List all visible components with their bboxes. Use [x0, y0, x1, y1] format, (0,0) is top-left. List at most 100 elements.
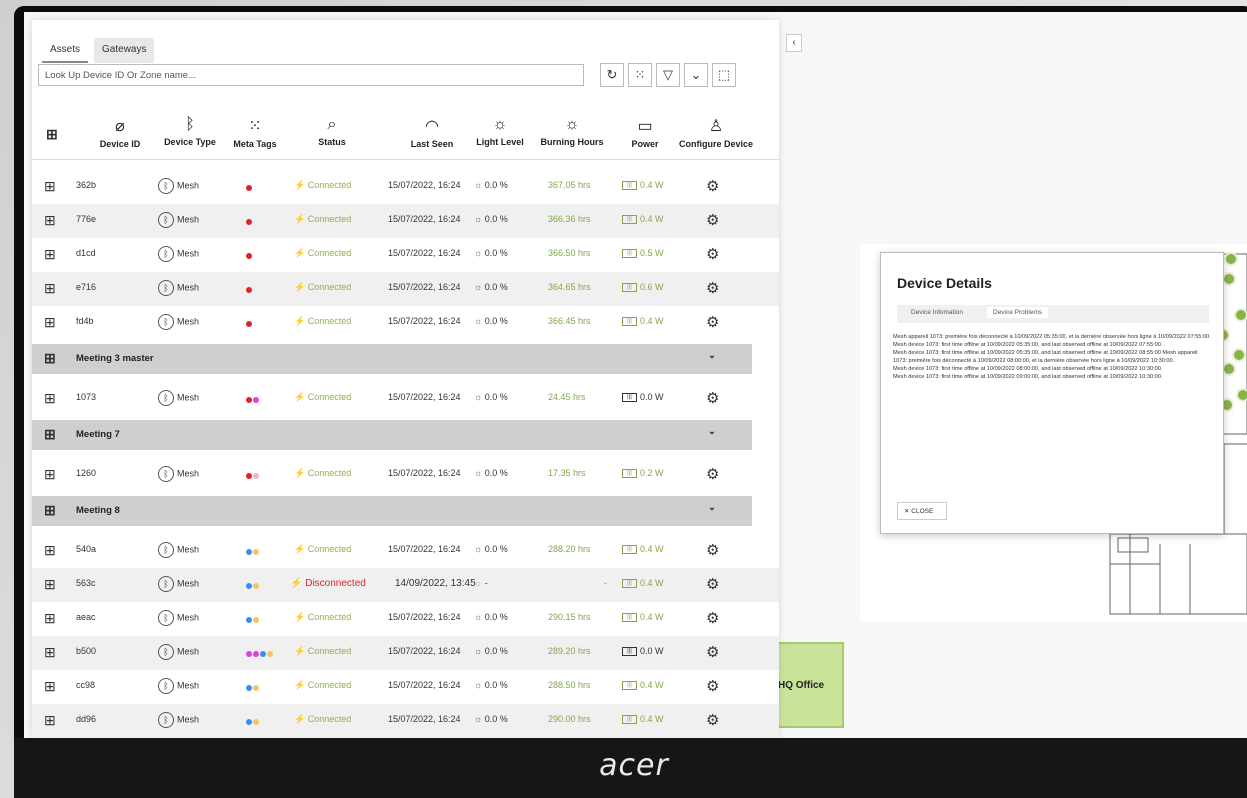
status-label: Connected	[307, 468, 352, 478]
zone-header[interactable]: ⊞ Meeting 3 master ⌄	[32, 344, 752, 374]
power: ||| 0.0 W	[622, 646, 664, 657]
table-row[interactable]: ⊞ aeac ᛒ Mesh ⚡ Connected 15/07/2022, 16:24 ☼ …	[32, 602, 779, 636]
row-select-icon[interactable]: ⊞	[44, 576, 56, 593]
meta-tag-dot	[253, 616, 259, 623]
user-config-icon: ♙	[708, 118, 724, 135]
gear-icon[interactable]: ⚙	[706, 279, 719, 297]
row-select-icon[interactable]: ⊞	[44, 542, 56, 559]
gear-icon[interactable]: ⚙	[706, 389, 719, 407]
status-badge: ⚡ Connected	[294, 646, 351, 657]
status-label: Connected	[307, 316, 352, 326]
gear-icon[interactable]: ⚙	[706, 313, 719, 331]
table-row[interactable]: ⊞ 1073 ᛒ Mesh ⚡ Connected 15/07/2022, 16:24 ☼ …	[32, 382, 779, 416]
gear-icon[interactable]: ⚙	[706, 541, 719, 559]
row-select-icon[interactable]: ⊞	[44, 246, 56, 263]
meta-tag-dot	[246, 472, 252, 479]
table-row[interactable]: ⊞ e716 ᛒ Mesh ⚡ Connected 15/07/2022, 16:24 ☼ …	[32, 272, 779, 306]
status-badge: ⚡ Connected	[294, 392, 351, 403]
row-select-icon[interactable]: ⊞	[44, 644, 56, 661]
gear-icon[interactable]: ⚙	[706, 609, 719, 627]
map-node[interactable]	[1222, 362, 1236, 376]
row-select-icon[interactable]: ⊞	[44, 466, 56, 483]
map-node[interactable]	[1236, 388, 1247, 402]
meta-tag-dot	[253, 582, 259, 589]
light-icon: ☼	[474, 578, 485, 588]
light-level: ☼ 0.0 %	[474, 468, 508, 478]
chevron-down-icon[interactable]: ⌄	[708, 350, 716, 361]
zone-header[interactable]: ⊞ Meeting 8 ⌄	[32, 496, 752, 526]
table-row[interactable]: ⊞ 776e ᛒ Mesh ⚡ Connected 15/07/2022, 16:24 ☼ …	[32, 204, 779, 238]
zone-select-icon[interactable]: ⊞	[44, 350, 56, 367]
table-row[interactable]: ⊞ cc98 ᛒ Mesh ⚡ Connected 15/07/2022, 16:24 ☼ …	[32, 670, 779, 704]
map-node[interactable]	[1222, 272, 1236, 286]
power-value: 0.0 W	[640, 392, 664, 402]
filter-icon[interactable]: ▽	[656, 63, 680, 87]
device-type-label: Mesh	[177, 612, 200, 623]
map-node[interactable]	[1234, 308, 1247, 322]
gear-icon[interactable]: ⚙	[706, 643, 719, 661]
device-type-label: Mesh	[177, 214, 200, 225]
refresh-icon[interactable]: ↻	[600, 63, 624, 87]
tab-assets[interactable]: Assets	[42, 38, 89, 63]
meta-tags	[246, 580, 260, 590]
row-select-icon[interactable]: ⊞	[44, 280, 56, 297]
row-select-icon[interactable]: ⊞	[44, 712, 56, 729]
gear-icon[interactable]: ⚙	[706, 575, 719, 593]
device-id: fd4b	[76, 316, 94, 326]
zone-select-icon[interactable]: ⊞	[44, 502, 56, 519]
problem-line: Mesh device 1073: first time offline at …	[893, 366, 1163, 372]
row-select-icon[interactable]: ⊞	[44, 390, 56, 407]
brand-logo: acer	[599, 748, 669, 783]
table-row[interactable]: ⊞ 362b ᛒ Mesh ⚡ Connected 15/07/2022, 16:24 ☼ …	[32, 170, 779, 204]
zone-select-icon[interactable]: ⊞	[44, 426, 56, 443]
plug-icon: ⚡	[294, 214, 308, 224]
col-device-type: ᛒ Device Type	[160, 116, 220, 147]
select-all-icon[interactable]: ⊞	[46, 126, 58, 143]
map-node[interactable]	[1232, 348, 1246, 362]
gear-icon[interactable]: ⚙	[706, 177, 719, 195]
row-select-icon[interactable]: ⊞	[44, 678, 56, 695]
device-type-label: Mesh	[177, 316, 200, 327]
gear-icon[interactable]: ⚙	[706, 677, 719, 695]
device-type: ᛒ Mesh	[158, 576, 199, 592]
device-table-body[interactable]: ⊞ 362b ᛒ Mesh ⚡ Connected 15/07/2022, 16:24 ☼ …	[32, 170, 779, 738]
row-select-icon[interactable]: ⊞	[44, 178, 56, 195]
table-row[interactable]: ⊞ dd96 ᛒ Mesh ⚡ Connected 15/07/2022, 16:24 ☼ …	[32, 704, 779, 738]
table-row[interactable]: ⊞ fd4b ᛒ Mesh ⚡ Connected 15/07/2022, 16:24 ☼ …	[32, 306, 779, 340]
gear-icon[interactable]: ⚙	[706, 211, 719, 229]
chevron-down-icon[interactable]: ⌄	[684, 63, 708, 87]
gear-icon[interactable]: ⚙	[706, 245, 719, 263]
tab-device-problems[interactable]: Device Problems	[987, 307, 1049, 318]
light-icon: ☼	[474, 392, 485, 402]
row-select-icon[interactable]: ⊞	[44, 314, 56, 331]
plug-icon: ⚡	[294, 680, 308, 690]
meta-tag-dot	[267, 650, 273, 657]
table-row[interactable]: ⊞ d1cd ᛒ Mesh ⚡ Connected 15/07/2022, 16:24 ☼ …	[32, 238, 779, 272]
select-area-icon[interactable]: ⬚	[712, 63, 736, 87]
gear-icon[interactable]: ⚙	[706, 711, 719, 729]
table-row[interactable]: ⊞ b500 ᛒ Mesh ⚡ Connected 15/07/2022, 16:24 ☼ …	[32, 636, 779, 670]
power-value: 0.4 W	[640, 680, 664, 690]
table-row[interactable]: ⊞ 540a ᛒ Mesh ⚡ Connected 15/07/2022, 16:24 ☼ …	[32, 534, 779, 568]
gear-icon[interactable]: ⚙	[706, 465, 719, 483]
collapse-panel-button[interactable]: ‹	[786, 34, 802, 52]
power-value: 0.4 W	[640, 714, 664, 724]
device-id: aeac	[76, 612, 96, 622]
close-button[interactable]: ✕ CLOSE	[897, 502, 947, 520]
chevron-down-icon[interactable]: ⌄	[708, 426, 716, 437]
map-node[interactable]	[1224, 252, 1238, 266]
zone-header[interactable]: ⊞ Meeting 7 ⌄	[32, 420, 752, 450]
chevron-down-icon[interactable]: ⌄	[708, 502, 716, 513]
row-select-icon[interactable]: ⊞	[44, 212, 56, 229]
row-select-icon[interactable]: ⊞	[44, 610, 56, 627]
table-row[interactable]: ⊞ 563c ᛒ Mesh ⚡ Disconnected 14/09/2022, 13:4…	[32, 568, 779, 602]
table-row[interactable]: ⊞ 1260 ᛒ Mesh ⚡ Connected 15/07/2022, 16:24 ☼ …	[32, 458, 779, 492]
col-status: ⌕ Status	[310, 116, 354, 147]
power-value: 0.6 W	[640, 282, 664, 292]
search-input[interactable]: Look Up Device ID Or Zone name...	[38, 64, 584, 86]
tab-device-information[interactable]: Device Infomation	[911, 309, 963, 316]
device-type: ᛒ Mesh	[158, 610, 199, 626]
tab-gateways[interactable]: Gateways	[94, 38, 155, 63]
grid-dots-icon[interactable]: ⁙	[628, 63, 652, 87]
light-icon: ☼	[492, 116, 508, 133]
